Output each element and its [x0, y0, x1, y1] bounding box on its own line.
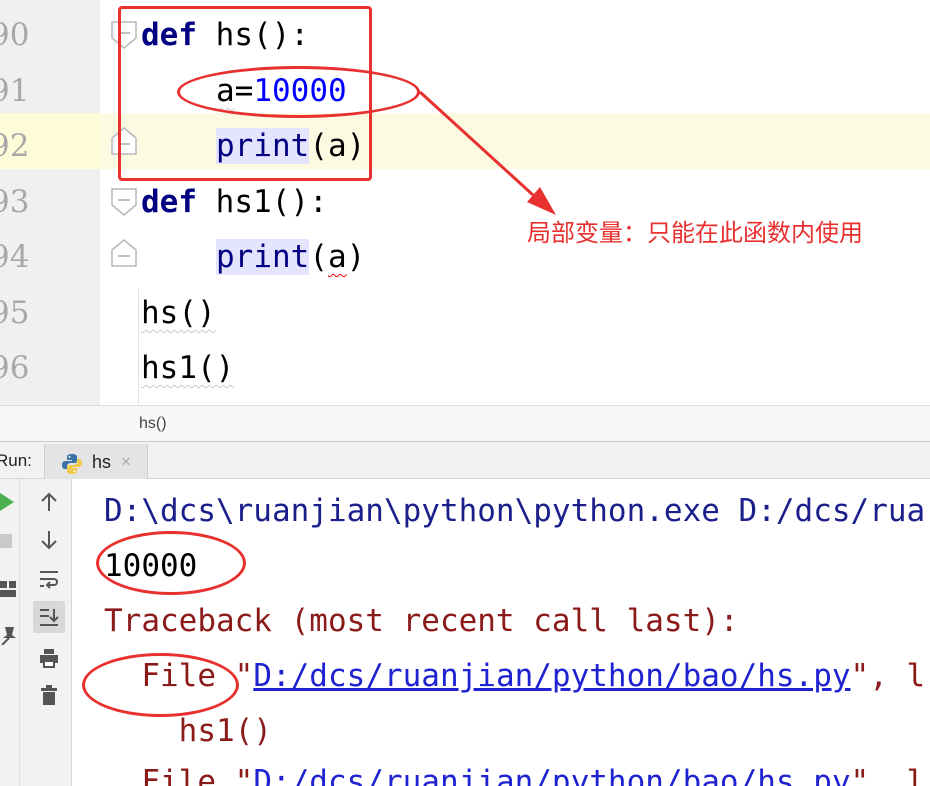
- run-tool-header: Run: hs ×: [0, 441, 930, 480]
- soft-wrap-icon[interactable]: [35, 565, 63, 593]
- run-label: Run:: [0, 451, 32, 470]
- annotation-text: 局部变量：只能在此函数内使用: [527, 219, 863, 247]
- code-text[interactable]: def hs1():: [141, 174, 328, 230]
- code-line[interactable]: 95 hs(): [0, 285, 930, 341]
- console-line: Traceback (most recent call last):: [104, 594, 739, 649]
- console-text: hs1(): [104, 713, 272, 749]
- fold-close-icon[interactable]: [110, 238, 138, 268]
- code-token: hs1():: [197, 184, 328, 220]
- code-token: a: [328, 239, 347, 275]
- close-icon[interactable]: ×: [121, 444, 131, 480]
- stop-icon[interactable]: [0, 529, 14, 553]
- code-token: ): [346, 239, 366, 275]
- console-output[interactable]: D:\dcs\ruanjian\python\python.exe D:/dcs…: [72, 479, 930, 786]
- line-number: 90: [0, 17, 30, 53]
- file-link[interactable]: D:/dcs/ruanjian/python/bao/hs.py: [253, 658, 850, 694]
- line-number: 96: [0, 350, 30, 386]
- code-token: def: [141, 184, 197, 220]
- code-token: hs(): [141, 295, 216, 331]
- layout-icon[interactable]: [0, 576, 18, 602]
- print-icon[interactable]: [35, 644, 63, 672]
- file-link[interactable]: D:/dcs/ruanjian/python/bao/hs.py: [253, 764, 850, 786]
- code-text[interactable]: hs(): [141, 285, 216, 341]
- code-line[interactable]: 96 hs1(): [0, 340, 930, 396]
- annotation-ellipse: [96, 531, 246, 595]
- down-arrow-icon[interactable]: [35, 526, 63, 554]
- scroll-to-end-icon[interactable]: [33, 601, 65, 633]
- tab-hs[interactable]: hs ×: [44, 444, 148, 480]
- code-token: (: [309, 239, 328, 275]
- code-text[interactable]: print(a): [216, 229, 365, 285]
- breadcrumb-item[interactable]: hs(): [139, 406, 167, 442]
- run-toolbar: [0, 479, 72, 786]
- line-number: 95: [0, 295, 30, 331]
- breadcrumb[interactable]: hs(): [0, 405, 930, 441]
- console-line: D:\dcs\ruanjian\python\python.exe D:/dcs…: [104, 484, 925, 539]
- code-token: hs1(): [141, 350, 235, 386]
- indent-guide: [138, 288, 139, 404]
- console-line[interactable]: File "D:/dcs/ruanjian/python/bao/hs.py",…: [104, 755, 925, 786]
- code-token: print: [216, 239, 310, 275]
- console-text: ", l: [850, 658, 926, 694]
- console-text: D:\dcs\ruanjian\python\python.exe D:/dcs…: [104, 493, 926, 529]
- tab-label: hs: [92, 452, 112, 472]
- annotation-ellipse: [177, 66, 420, 118]
- pin-icon[interactable]: [0, 622, 18, 648]
- up-arrow-icon[interactable]: [35, 488, 63, 516]
- line-number: 94: [0, 239, 30, 275]
- line-number: 91: [0, 73, 30, 109]
- fold-open-icon[interactable]: [110, 187, 138, 217]
- code-text[interactable]: hs1(): [141, 340, 234, 396]
- run-icon[interactable]: [0, 489, 16, 515]
- trash-icon[interactable]: [35, 681, 63, 709]
- python-icon: [61, 453, 83, 480]
- code-editor[interactable]: 90 def hs(): 91 a=10000 92 print(a) 93 d…: [0, 0, 930, 405]
- console-text: ", l: [850, 764, 926, 786]
- annotation-ellipse: [82, 653, 239, 717]
- line-number: 93: [0, 184, 30, 220]
- line-number: 92: [0, 128, 30, 164]
- console-text: Traceback (most recent call last):: [104, 603, 739, 639]
- console-text: File ": [104, 764, 254, 786]
